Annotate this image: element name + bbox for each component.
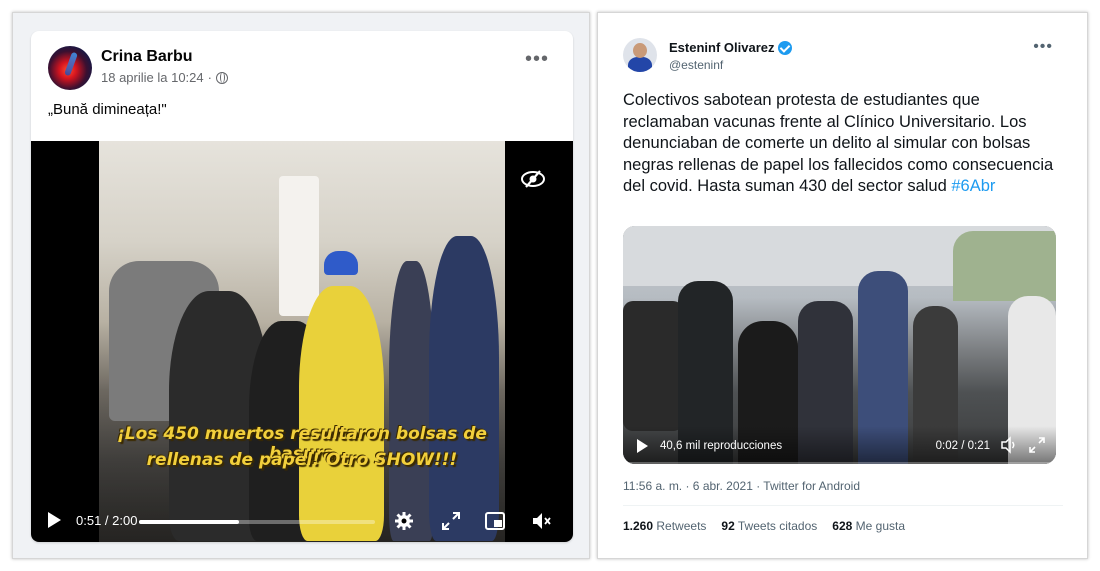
post-meta: 18 aprilie la 10:24 · <box>101 70 228 85</box>
hashtag-link[interactable]: #6Abr <box>951 177 995 195</box>
stat-count: 92 <box>721 519 735 533</box>
avatar-head <box>633 43 647 58</box>
more-options-button[interactable]: ••• <box>525 49 549 69</box>
verified-badge-icon <box>778 40 793 55</box>
facebook-post-card: Crina Barbu 18 aprilie la 10:24 · ••• „B… <box>31 31 573 542</box>
screenshot-canvas: Crina Barbu 18 aprilie la 10:24 · ••• „B… <box>0 0 1100 571</box>
video-time: 0:02 / 0:21 <box>935 440 990 452</box>
twitter-video-player[interactable]: 40,6 mil reproducciones 0:02 / 0:21 <box>623 226 1056 464</box>
post-text: „Bună dimineața!" <box>48 101 167 118</box>
user-handle[interactable]: @esteninf <box>669 58 723 72</box>
trees <box>953 231 1056 301</box>
video-progress-bar[interactable] <box>623 462 1056 464</box>
divider <box>623 505 1063 506</box>
video-frame <box>99 141 505 542</box>
person-silhouette <box>429 236 499 541</box>
fullscreen-icon[interactable] <box>440 510 462 532</box>
play-icon[interactable] <box>637 439 648 453</box>
tweet-text: Colectivos sabotean protesta de estudian… <box>623 90 1063 198</box>
user-display-name[interactable]: Esteninf Olivarez <box>669 40 793 55</box>
more-options-button[interactable]: ••• <box>1033 39 1053 55</box>
play-icon[interactable] <box>48 512 61 528</box>
user-name-text[interactable]: Esteninf Olivarez <box>669 40 774 55</box>
facebook-video-player[interactable]: ¡Los 450 muertos resultaron bolsas de ba… <box>31 141 573 542</box>
tweet-timestamp[interactable]: 11:56 a. m. · 6 abr. 2021 · Twitter for … <box>623 479 860 493</box>
user-avatar[interactable] <box>623 38 657 72</box>
stat-label: Me gusta <box>855 519 905 533</box>
mute-icon[interactable] <box>530 510 552 532</box>
tweet-stats: 1.260 Retweets 92 Tweets citados 628 Me … <box>623 519 905 533</box>
post-date[interactable]: 18 aprilie la 10:24 <box>101 70 204 85</box>
video-view-count: 40,6 mil reproducciones <box>660 440 783 452</box>
volume-icon[interactable] <box>1000 436 1018 454</box>
video-caption-line-2: rellenas de papel! Otro SHOW!!! <box>146 450 458 470</box>
meta-separator: · <box>207 70 212 85</box>
settings-gear-icon[interactable] <box>393 510 415 532</box>
facebook-post-panel: Crina Barbu 18 aprilie la 10:24 · ••• „B… <box>12 12 590 559</box>
video-progress-bar[interactable] <box>139 520 375 524</box>
eye-slash-icon[interactable] <box>520 170 546 188</box>
stat-count: 1.260 <box>623 519 654 533</box>
stat-retweets[interactable]: 1.260 Retweets <box>623 519 706 533</box>
avatar-body <box>628 57 652 72</box>
author-avatar[interactable] <box>48 46 92 90</box>
video-controls-bar: 0:51 / 2:00 <box>31 498 573 542</box>
globe-icon[interactable] <box>215 71 228 84</box>
stat-likes[interactable]: 628 Me gusta <box>832 519 905 533</box>
stat-quote-tweets[interactable]: 92 Tweets citados <box>721 519 817 533</box>
stat-label: Tweets citados <box>737 519 818 533</box>
picture-in-picture-icon[interactable] <box>484 510 506 532</box>
building-column <box>279 176 319 316</box>
stat-label: Retweets <box>656 519 707 533</box>
video-controls-bar: 40,6 mil reproducciones 0:02 / 0:21 <box>623 426 1056 464</box>
parked-car <box>623 301 683 431</box>
fullscreen-icon[interactable] <box>1028 436 1046 454</box>
blue-cap <box>324 251 358 275</box>
stat-count: 628 <box>832 519 853 533</box>
video-time: 0:51 / 2:00 <box>76 513 138 528</box>
video-progress-fill <box>139 520 240 524</box>
twitter-post-panel: Esteninf Olivarez @esteninf ••• Colectiv… <box>597 12 1088 559</box>
author-name[interactable]: Crina Barbu <box>101 48 193 66</box>
